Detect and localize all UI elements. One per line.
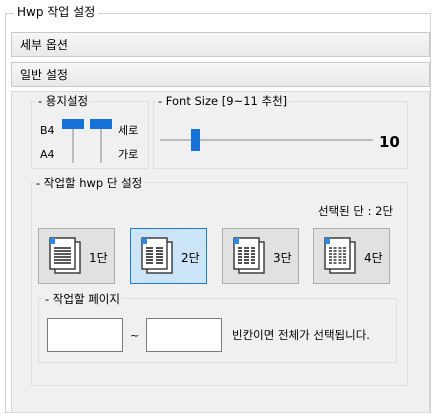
window-title: Hwp 작업 설정 (14, 5, 99, 19)
orientation-portrait-label: 세로 (118, 124, 139, 137)
one-column-button[interactable]: 1단 (38, 228, 115, 284)
detail-options-header[interactable]: 세부 옵션 (11, 32, 430, 57)
start-page-input[interactable] (47, 318, 123, 352)
font-size-value: 10 (379, 133, 400, 151)
three-column-label: 3단 (273, 251, 292, 265)
one-column-document-icon (49, 237, 81, 274)
four-column-button[interactable]: 4단 (313, 228, 390, 284)
page-range-separator: ~ (130, 329, 140, 342)
orientation-slider-thumb[interactable] (90, 119, 112, 129)
general-settings-label: 일반 설정 (20, 68, 68, 82)
paper-a4-label: A4 (40, 148, 55, 161)
three-column-document-icon (233, 237, 265, 274)
paper-settings-title: - 용지설정 (36, 94, 91, 108)
general-settings-header[interactable]: 일반 설정 (11, 62, 430, 87)
font-size-slider[interactable] (160, 128, 373, 152)
one-column-label: 1단 (89, 251, 108, 265)
four-column-label: 4단 (364, 251, 383, 265)
font-size-slider-thumb[interactable] (191, 129, 200, 151)
selected-column-status: 선택된 단 : 2단 (318, 204, 394, 218)
pages-title: - 작업할 페이지 (43, 292, 122, 306)
detail-options-label: 세부 옵션 (20, 38, 68, 52)
column-settings-title: - 작업할 hwp 단 설정 (34, 176, 145, 190)
four-column-document-icon (324, 237, 356, 274)
paper-size-slider[interactable] (62, 119, 84, 163)
page-range-hint: 빈칸이면 전체가 선택됩니다. (232, 328, 370, 342)
orientation-slider[interactable] (90, 119, 112, 163)
three-column-button[interactable]: 3단 (222, 228, 299, 284)
paper-b4-label: B4 (40, 124, 55, 137)
two-column-document-icon (141, 237, 173, 274)
two-column-label: 2단 (181, 251, 200, 265)
font-size-title: - Font Size [9~11 추천] (156, 94, 290, 108)
paper-size-slider-thumb[interactable] (62, 119, 84, 129)
two-column-button[interactable]: 2단 (130, 228, 207, 284)
end-page-input[interactable] (146, 318, 222, 352)
orientation-landscape-label: 가로 (118, 148, 139, 161)
